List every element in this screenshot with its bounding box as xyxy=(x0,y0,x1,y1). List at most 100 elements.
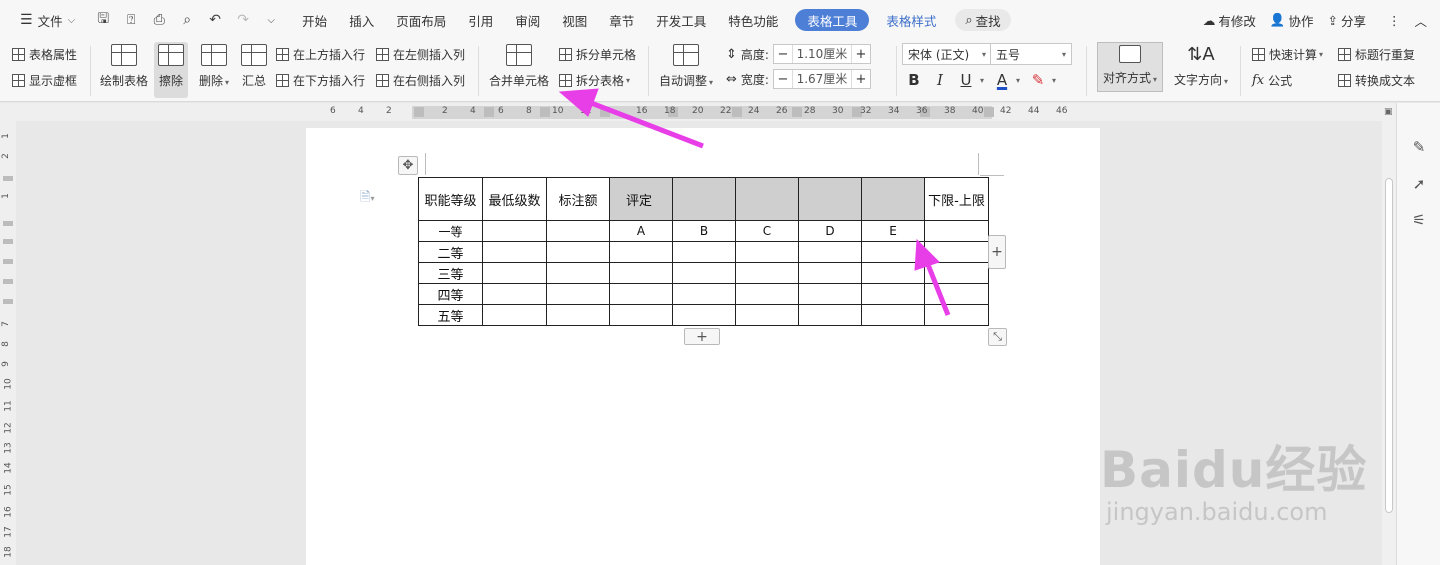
tab-section[interactable]: 章节 xyxy=(598,6,645,34)
edit-icon[interactable]: ✎ xyxy=(1409,138,1429,158)
table-cell[interactable]: 最低级数 xyxy=(482,177,547,221)
format-painter-icon[interactable]: ⍰ xyxy=(117,6,145,34)
table-cell[interactable] xyxy=(861,262,925,284)
underline-button[interactable]: U xyxy=(954,69,978,91)
data-table[interactable]: 职能等级 最低级数 标注额 评定 下限-上限 一等 A B C D E 二等 三… xyxy=(418,177,989,326)
table-cell[interactable] xyxy=(798,262,862,284)
table-cell[interactable] xyxy=(546,304,610,326)
resize-table-icon[interactable]: ⤡ xyxy=(988,328,1007,346)
chevron-down-icon[interactable]: ▾ xyxy=(1016,76,1020,85)
table-cell[interactable]: A xyxy=(609,220,673,242)
height-decrease-button[interactable]: − xyxy=(774,47,792,62)
undo-icon[interactable]: ↶ xyxy=(201,6,229,34)
more-icon[interactable]: ⋮ xyxy=(1381,6,1408,34)
table-cell[interactable] xyxy=(924,241,989,263)
table-cell[interactable] xyxy=(546,220,610,242)
collab-button[interactable]: 👤 协作 xyxy=(1263,6,1321,34)
table-cell[interactable] xyxy=(482,262,547,284)
width-input[interactable]: 1.67厘米 xyxy=(791,70,852,88)
repeat-header-button[interactable]: 标题行重复 xyxy=(1338,46,1415,63)
table-cell[interactable] xyxy=(482,220,547,242)
font-size-select[interactable]: 五号 ▾ xyxy=(990,43,1072,65)
table-cell[interactable]: B xyxy=(672,220,736,242)
split-cells-button[interactable]: 拆分单元格 xyxy=(559,46,636,63)
table-cell[interactable] xyxy=(861,283,925,305)
merge-cells-button[interactable]: 合并单元格 xyxy=(486,42,552,98)
vertical-ruler[interactable]: 1 2 1 7 8 9 10 11 12 13 14 15 16 17 18 xyxy=(0,121,16,565)
highlight-icon[interactable]: ✎ xyxy=(1026,69,1050,91)
table-cell[interactable] xyxy=(798,304,862,326)
table-cell[interactable] xyxy=(546,241,610,263)
table-cell[interactable] xyxy=(609,262,673,284)
insert-row-below-button[interactable]: 在下方插入行 xyxy=(276,72,365,89)
auto-adjust-button[interactable]: 自动调整 ▾ xyxy=(654,42,718,98)
tab-view[interactable]: 视图 xyxy=(551,6,598,34)
table-move-handle-icon[interactable]: ✥ xyxy=(398,156,418,175)
collapse-ribbon-icon[interactable]: ︿ xyxy=(1407,6,1434,34)
table-cell[interactable]: 评定 xyxy=(609,177,673,221)
quick-calc-button[interactable]: 快速计算 ▾ xyxy=(1252,46,1323,63)
table-cell[interactable] xyxy=(861,177,925,221)
settings-sliders-icon[interactable]: ⚟ xyxy=(1409,211,1429,231)
table-cell[interactable] xyxy=(924,283,989,305)
ruler-column-marker[interactable] xyxy=(600,107,610,117)
insert-col-left-button[interactable]: 在左侧插入列 xyxy=(376,46,465,63)
table-cell[interactable]: 一等 xyxy=(418,220,483,242)
summary-button[interactable]: 汇总 xyxy=(238,42,270,98)
table-cell[interactable] xyxy=(672,304,736,326)
ruler-column-marker[interactable] xyxy=(732,107,742,117)
split-table-button[interactable]: 拆分表格 ▾ xyxy=(559,72,630,89)
ruler-column-marker[interactable] xyxy=(414,107,424,117)
table-cell[interactable] xyxy=(672,177,736,221)
table-cell[interactable]: C xyxy=(735,220,799,242)
tab-developer[interactable]: 开发工具 xyxy=(645,6,717,34)
chevron-down-icon[interactable]: ▾ xyxy=(980,76,984,85)
bold-button[interactable]: B xyxy=(902,69,926,91)
ruler-column-marker[interactable] xyxy=(484,107,494,117)
print-icon[interactable]: ⎙ xyxy=(145,6,173,34)
table-cell[interactable] xyxy=(609,241,673,263)
table-cell[interactable] xyxy=(798,283,862,305)
font-name-select[interactable]: 宋体 (正文) ▾ xyxy=(902,43,992,65)
table-cell[interactable] xyxy=(798,241,862,263)
table-cell[interactable]: E xyxy=(861,220,925,242)
modified-button[interactable]: ☁ 有修改 xyxy=(1196,6,1263,34)
save-icon[interactable]: 🖫 xyxy=(89,6,117,34)
tab-table-tools[interactable]: 表格工具 xyxy=(795,9,870,31)
insert-col-right-button[interactable]: 在右侧插入列 xyxy=(376,72,465,89)
tab-special[interactable]: 特色功能 xyxy=(717,6,789,34)
table-cell[interactable] xyxy=(482,283,547,305)
ruler-column-marker[interactable] xyxy=(540,107,550,117)
table-cell[interactable]: D xyxy=(798,220,862,242)
delete-button[interactable]: 删除 ▾ xyxy=(194,42,234,98)
table-cell[interactable] xyxy=(924,304,989,326)
tab-page-layout[interactable]: 页面布局 xyxy=(385,6,457,34)
erase-button[interactable]: 擦除 xyxy=(154,42,188,98)
table-cell[interactable] xyxy=(735,262,799,284)
scrollbar-thumb[interactable] xyxy=(1385,178,1393,513)
table-cell[interactable] xyxy=(735,177,799,221)
table-cell[interactable] xyxy=(482,241,547,263)
table-cell[interactable]: 下限-上限 xyxy=(924,177,989,221)
width-increase-button[interactable]: + xyxy=(852,72,870,87)
scroll-up-icon[interactable]: ▣ xyxy=(1384,107,1393,117)
tab-insert[interactable]: 插入 xyxy=(338,6,385,34)
tab-home[interactable]: 开始 xyxy=(291,6,338,34)
table-cell[interactable] xyxy=(924,262,989,284)
tab-references[interactable]: 引用 xyxy=(457,6,504,34)
table-cell[interactable]: 标注额 xyxy=(546,177,610,221)
table-cell[interactable] xyxy=(609,304,673,326)
share-button[interactable]: ⇪ 分享 xyxy=(1320,6,1373,34)
paragraph-menu-icon[interactable]: 🗎▾ xyxy=(360,188,374,210)
width-decrease-button[interactable]: − xyxy=(774,72,792,87)
ruler-column-marker[interactable] xyxy=(792,107,802,117)
redo-icon[interactable]: ↷ xyxy=(229,6,257,34)
font-color-button[interactable]: A xyxy=(990,69,1014,91)
height-increase-button[interactable]: + xyxy=(852,47,870,62)
table-cell[interactable] xyxy=(735,304,799,326)
print-preview-icon[interactable]: ⌕ xyxy=(173,6,201,34)
table-cell[interactable] xyxy=(546,283,610,305)
table-cell[interactable] xyxy=(482,304,547,326)
add-column-button[interactable]: + xyxy=(988,235,1006,269)
table-cell[interactable]: 三等 xyxy=(418,262,483,284)
